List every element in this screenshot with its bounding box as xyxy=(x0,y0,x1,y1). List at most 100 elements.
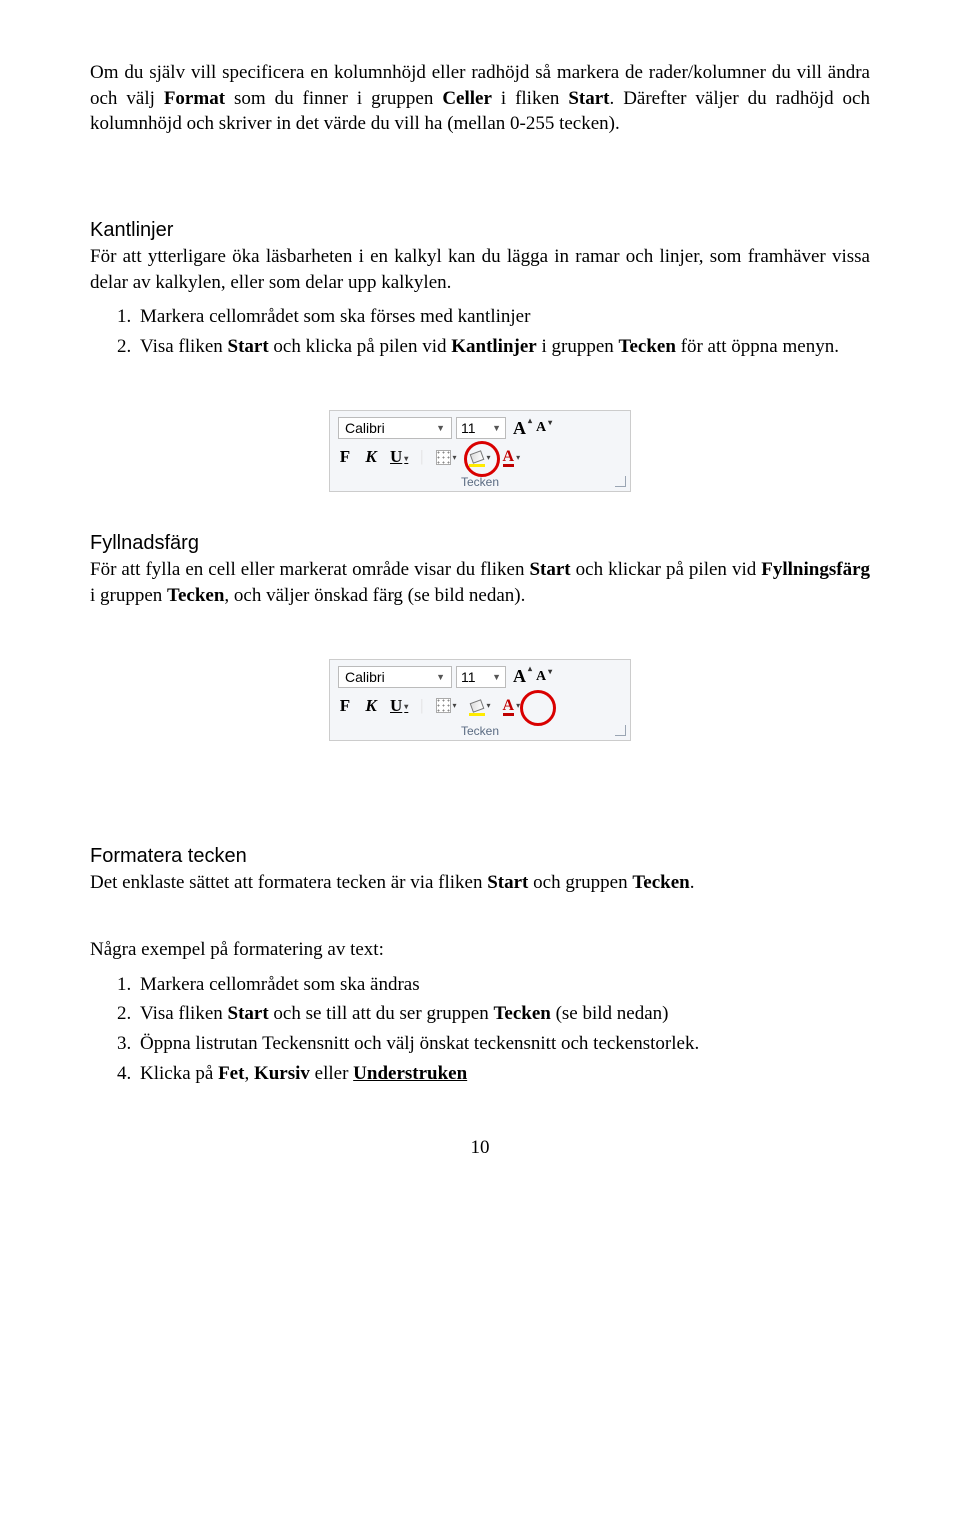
fyllnadsfarg-text-a: För att fylla en cell eller markerat omr… xyxy=(90,559,529,580)
font-name-dropdown[interactable]: Calibri ▼ xyxy=(338,666,452,688)
font-size-dropdown[interactable]: 11 ▼ xyxy=(456,666,506,688)
kantlinjer-steps: Markera cellområdet som ska förses med k… xyxy=(90,303,870,360)
exempel-step-4-kursiv: Kursiv xyxy=(254,1063,310,1084)
exempel-step-1: Markera cellområdet som ska ändras xyxy=(136,971,870,999)
font-name-value: Calibri xyxy=(345,669,385,685)
font-color-button[interactable]: A ▾ xyxy=(503,699,521,713)
kantlinjer-step-2: Visa fliken Start och klicka på pilen vi… xyxy=(136,333,870,361)
caret-up-icon: ▴ xyxy=(528,416,532,425)
grow-font-button[interactable]: A▴ xyxy=(510,418,529,439)
bold-button[interactable]: F xyxy=(338,447,352,467)
exempel-step-2-start: Start xyxy=(228,1003,269,1024)
chevron-down-icon: ▾ xyxy=(487,701,491,710)
fyllnadsfarg-heading: Fyllnadsfärg xyxy=(90,532,870,555)
formatera-tecken: Tecken xyxy=(632,872,689,893)
figure-fyllnadsfarg: Calibri ▼ 11 ▼ A▴ A▾ F K U▾ | ▾ xyxy=(90,659,870,741)
dialog-launcher-icon[interactable] xyxy=(615,725,626,736)
grow-font-button[interactable]: A▴ xyxy=(510,666,529,687)
bold-button[interactable]: F xyxy=(338,696,352,716)
exempel-step-4-understruken: Understruken xyxy=(353,1063,467,1084)
kantlinjer-step-2-tecken: Tecken xyxy=(619,336,676,357)
font-size-dropdown[interactable]: 11 ▼ xyxy=(456,417,506,439)
formatera-start: Start xyxy=(487,872,528,893)
exempel-step-3: Öppna listrutan Teckensnitt och välj öns… xyxy=(136,1030,870,1058)
kantlinjer-heading: Kantlinjer xyxy=(90,219,870,242)
exempel-step-4-fet: Fet xyxy=(218,1063,244,1084)
intro-paragraph: Om du själv vill specificera en kolumnhö… xyxy=(90,60,870,137)
exempel-step-4-text-a: Klicka på xyxy=(140,1063,218,1084)
fyllnadsfarg-start: Start xyxy=(529,559,570,580)
fyllnadsfarg-description: För att fylla en cell eller markerat omr… xyxy=(90,557,870,608)
exempel-step-2-tecken: Tecken xyxy=(493,1003,550,1024)
formatera-description: Det enklaste sättet att formatera tecken… xyxy=(90,870,870,896)
chevron-down-icon: ▼ xyxy=(492,423,501,433)
exempel-step-4-text-b: , xyxy=(244,1063,254,1084)
fyllnadsfarg-text-c: i gruppen xyxy=(90,585,167,606)
ribbon-row-2: F K U▾ | ▾ ▾ A ▾ xyxy=(330,443,630,473)
caret-down-icon: ▾ xyxy=(548,667,552,676)
chevron-down-icon: ▼ xyxy=(492,672,501,682)
chevron-down-icon: ▾ xyxy=(453,701,457,710)
borders-icon xyxy=(436,450,451,465)
ribbon-row-1: Calibri ▼ 11 ▼ A▴ A▾ xyxy=(330,660,630,692)
ribbon-row-1: Calibri ▼ 11 ▼ A▴ A▾ xyxy=(330,411,630,443)
fill-color-button[interactable]: ▾ xyxy=(469,449,491,465)
dialog-launcher-icon[interactable] xyxy=(615,476,626,487)
formatera-text-a: Det enklaste sättet att formatera tecken… xyxy=(90,872,487,893)
underline-label: U xyxy=(390,447,402,466)
borders-icon xyxy=(436,698,451,713)
underline-label: U xyxy=(390,696,402,715)
figure-kantlinjer: Calibri ▼ 11 ▼ A▴ A▾ F K U▾ | ▾ xyxy=(90,410,870,492)
formatera-text-b: och gruppen xyxy=(528,872,632,893)
paint-bucket-icon xyxy=(469,449,485,465)
fyllnadsfarg-tecken: Tecken xyxy=(167,585,224,606)
font-color-button[interactable]: A ▾ xyxy=(503,450,521,464)
caret-down-icon: ▾ xyxy=(548,418,552,427)
intro-start-word: Start xyxy=(568,88,609,109)
kantlinjer-step-2-kantlinjer: Kantlinjer xyxy=(451,336,537,357)
exempel-steps: Markera cellområdet som ska ändras Visa … xyxy=(90,971,870,1087)
fyllnadsfarg-fyllningsfarg: Fyllningsfärg xyxy=(761,559,870,580)
borders-button[interactable]: ▾ xyxy=(436,698,457,713)
underline-button[interactable]: U▾ xyxy=(390,447,408,467)
paint-bucket-icon xyxy=(469,698,485,714)
chevron-down-icon: ▾ xyxy=(453,453,457,462)
shrink-font-button[interactable]: A▾ xyxy=(533,420,549,436)
shrink-font-button[interactable]: A▾ xyxy=(533,669,549,685)
font-name-value: Calibri xyxy=(345,420,385,436)
italic-button[interactable]: K xyxy=(364,447,378,467)
font-name-dropdown[interactable]: Calibri ▼ xyxy=(338,417,452,439)
document-page: Om du själv vill specificera en kolumnhö… xyxy=(0,0,960,1209)
intro-celler-word: Celler xyxy=(442,88,492,109)
italic-button[interactable]: K xyxy=(364,696,378,716)
exempel-step-4-text-c: eller xyxy=(310,1063,353,1084)
kantlinjer-description: För att ytterligare öka läsbarheten i en… xyxy=(90,244,870,295)
borders-button[interactable]: ▾ xyxy=(436,450,457,465)
formatera-text-c: . xyxy=(690,872,695,893)
ribbon-font-group-1: Calibri ▼ 11 ▼ A▴ A▾ F K U▾ | ▾ xyxy=(329,410,631,492)
ribbon-group-label: Tecken xyxy=(330,724,630,738)
exempel-step-2: Visa fliken Start och se till att du ser… xyxy=(136,1000,870,1028)
kantlinjer-step-2-start: Start xyxy=(228,336,269,357)
chevron-down-icon: ▾ xyxy=(516,453,520,462)
kantlinjer-step-2-text-a: Visa fliken xyxy=(140,336,228,357)
font-size-value: 11 xyxy=(461,669,476,685)
kantlinjer-step-2-text-d: för att öppna menyn. xyxy=(676,336,839,357)
ribbon-font-group-2: Calibri ▼ 11 ▼ A▴ A▾ F K U▾ | ▾ xyxy=(329,659,631,741)
intro-text-2: som du finner i gruppen xyxy=(225,88,442,109)
kantlinjer-step-1: Markera cellområdet som ska förses med k… xyxy=(136,303,870,331)
fyllnadsfarg-text-b: och klickar på pilen vid xyxy=(571,559,762,580)
intro-text-3: i fliken xyxy=(492,88,568,109)
fill-color-button[interactable]: ▾ xyxy=(469,698,491,714)
ribbon-row-2: F K U▾ | ▾ ▾ A ▾ xyxy=(330,692,630,722)
kantlinjer-step-2-text-b: och klicka på pilen vid xyxy=(269,336,452,357)
underline-button[interactable]: U▾ xyxy=(390,696,408,716)
exempel-step-2-text-c: (se bild nedan) xyxy=(551,1003,669,1024)
caret-up-icon: ▴ xyxy=(528,664,532,673)
fyllnadsfarg-text-d: , och väljer önskad färg (se bild nedan)… xyxy=(224,585,525,606)
intro-format-word: Format xyxy=(164,88,225,109)
chevron-down-icon: ▾ xyxy=(404,454,408,463)
exempel-step-2-text-b: och se till att du ser gruppen xyxy=(269,1003,494,1024)
ribbon-group-label: Tecken xyxy=(330,475,630,489)
exempel-step-2-text-a: Visa fliken xyxy=(140,1003,228,1024)
